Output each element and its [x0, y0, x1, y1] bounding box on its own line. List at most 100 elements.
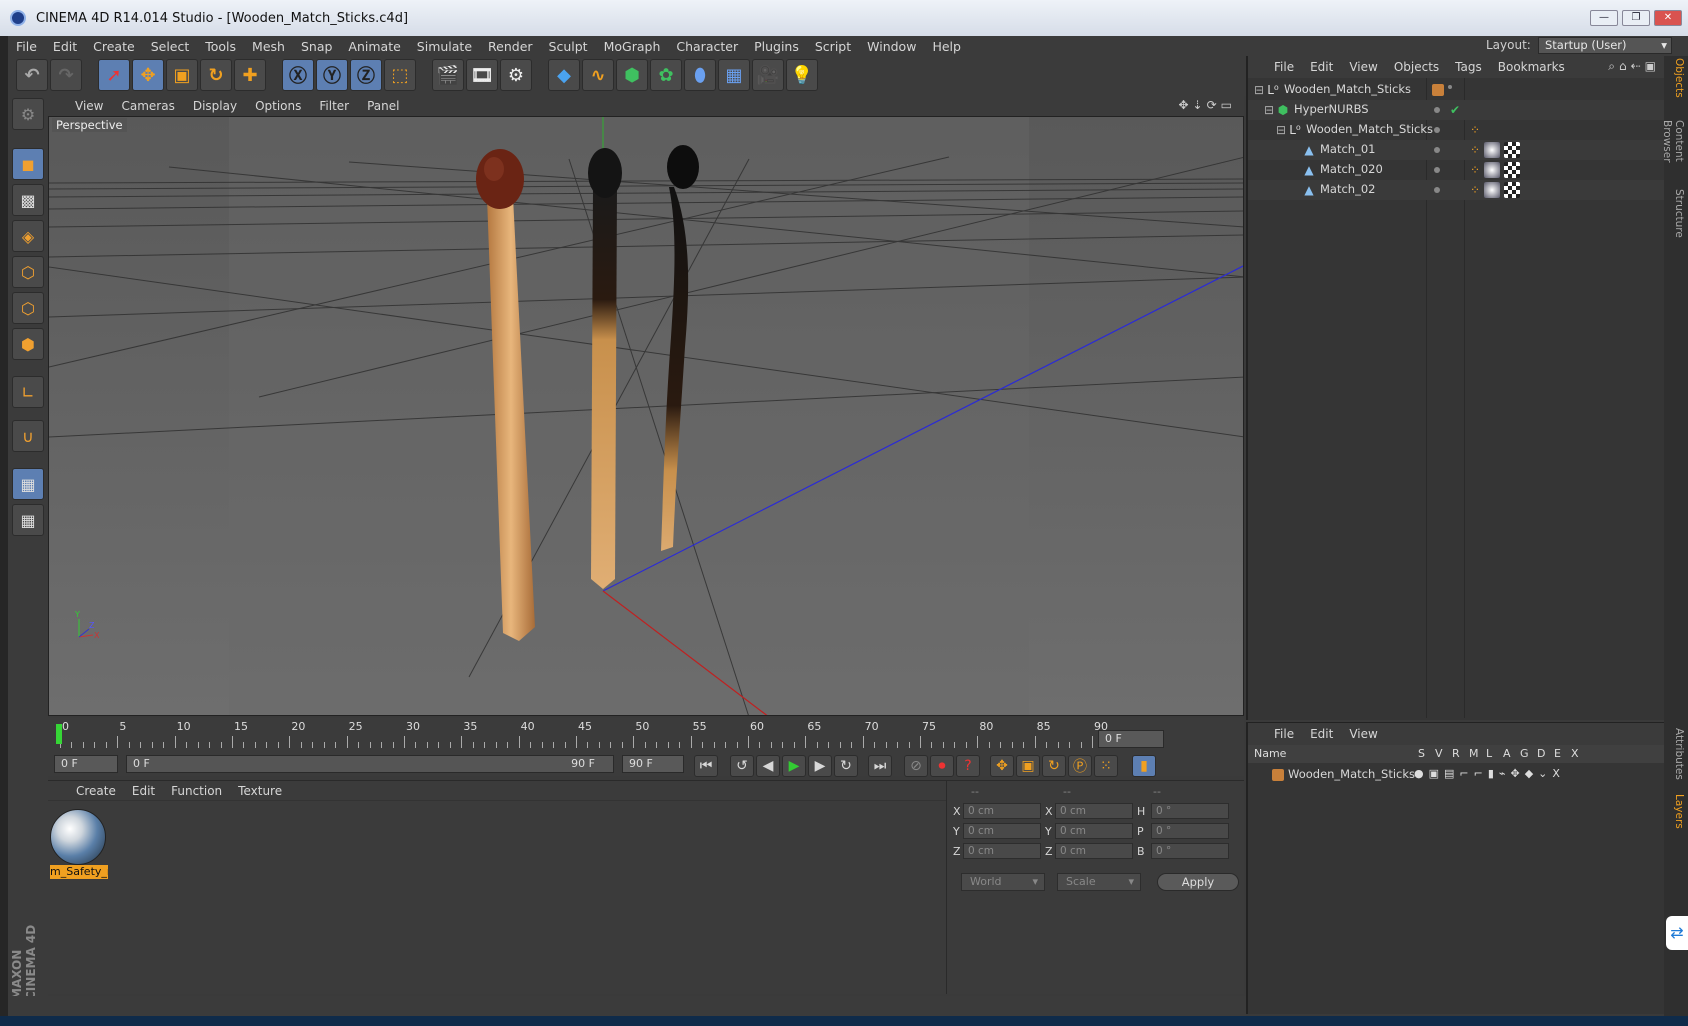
- scale-tool-button[interactable]: ▣: [166, 59, 198, 91]
- visibility-dot[interactable]: [1448, 85, 1452, 89]
- add-camera-button[interactable]: 🎥: [752, 59, 784, 91]
- coord-mode-select[interactable]: World ▾: [961, 873, 1045, 891]
- layout-select[interactable]: Startup (User) ▾: [1538, 37, 1672, 54]
- timeline-playhead[interactable]: [56, 724, 62, 744]
- recent-tool-button[interactable]: ✚: [234, 59, 266, 91]
- layer-toggle-icons[interactable]: ●▣▤⌐⌐▮⌁✥◆⌄Ⅹ: [1414, 767, 1565, 780]
- lm-menu-edit[interactable]: Edit: [1302, 727, 1341, 741]
- menu-simulate[interactable]: Simulate: [409, 39, 480, 54]
- object-row[interactable]: ⊟ ⬢ HyperNURBS ✔: [1248, 100, 1666, 120]
- rot-b-field[interactable]: 0 °: [1151, 843, 1229, 859]
- material-tag-icon[interactable]: [1484, 162, 1500, 178]
- om-menu-file[interactable]: File: [1266, 60, 1302, 74]
- object-row[interactable]: ▲ Match_020 ⁘: [1248, 160, 1666, 180]
- viewport-menu-cameras[interactable]: Cameras: [112, 99, 183, 113]
- z-axis-lock-button[interactable]: Ⓩ: [350, 59, 382, 91]
- om-menu-tags[interactable]: Tags: [1447, 60, 1490, 74]
- viewport-menu-display[interactable]: Display: [184, 99, 246, 113]
- locked-workplane-button[interactable]: ▦: [12, 468, 44, 500]
- phong-tag-icon[interactable]: ⁘: [1468, 183, 1482, 197]
- menu-tools[interactable]: Tools: [197, 39, 244, 54]
- redo-button[interactable]: ↷: [50, 59, 82, 91]
- x-axis-lock-button[interactable]: Ⓧ: [282, 59, 314, 91]
- pos-x-field[interactable]: 0 cm: [963, 803, 1041, 819]
- pos-y-field[interactable]: 0 cm: [963, 823, 1041, 839]
- lm-menu-file[interactable]: File: [1266, 727, 1302, 741]
- material-tag-icon[interactable]: [1484, 142, 1500, 158]
- polygons-mode-button[interactable]: ⬢: [12, 328, 44, 360]
- visibility-dot[interactable]: [1434, 107, 1440, 113]
- om-menu-objects[interactable]: Objects: [1386, 60, 1447, 74]
- y-axis-lock-button[interactable]: Ⓨ: [316, 59, 348, 91]
- snap-button[interactable]: ∪: [12, 420, 44, 452]
- layer-row[interactable]: Wooden_Match_Sticks ●▣▤⌐⌐▮⌁✥◆⌄Ⅹ: [1248, 765, 1666, 785]
- key-parameter-button[interactable]: Ⓟ: [1068, 755, 1092, 777]
- rotate-tool-button[interactable]: ↻: [200, 59, 232, 91]
- visibility-dot[interactable]: [1434, 167, 1440, 173]
- add-cube-button[interactable]: ◆: [548, 59, 580, 91]
- coordinate-system-button[interactable]: ⬚: [384, 59, 416, 91]
- go-to-start-button[interactable]: ⏮: [694, 755, 718, 777]
- add-array-button[interactable]: ✿: [650, 59, 682, 91]
- add-light-button[interactable]: 💡: [786, 59, 818, 91]
- render-view-button[interactable]: 🎬: [432, 59, 464, 91]
- uvw-tag-icon[interactable]: [1504, 142, 1520, 158]
- render-picture-viewer-button[interactable]: 🎞: [466, 59, 498, 91]
- om-menu-edit[interactable]: Edit: [1302, 60, 1341, 74]
- material-tag-icon[interactable]: [1484, 182, 1500, 198]
- object-row[interactable]: ⊟ L⁰ Wooden_Match_Sticks ⁘: [1248, 120, 1666, 140]
- axis-mode-button[interactable]: ∟: [12, 376, 44, 408]
- end-frame-field[interactable]: 90 F: [622, 755, 684, 773]
- size-x-field[interactable]: 0 cm: [1055, 803, 1133, 819]
- add-spline-button[interactable]: ∿: [582, 59, 614, 91]
- start-frame-field[interactable]: 0 F: [54, 755, 118, 773]
- tab-content-browser[interactable]: Content Browser: [1661, 102, 1685, 180]
- next-frame-button[interactable]: ▶: [808, 755, 832, 777]
- visibility-dot[interactable]: [1434, 127, 1440, 133]
- points-mode-button[interactable]: ⬡: [12, 256, 44, 288]
- menu-sculpt[interactable]: Sculpt: [541, 39, 596, 54]
- checkmark-icon[interactable]: ✔: [1448, 103, 1462, 117]
- object-row[interactable]: ▲ Match_01 ⁘: [1248, 140, 1666, 160]
- move-tool-button[interactable]: ✥: [132, 59, 164, 91]
- add-floor-button[interactable]: ▦: [718, 59, 750, 91]
- tab-objects[interactable]: Objects: [1667, 58, 1685, 98]
- viewport-menu-panel[interactable]: Panel: [358, 99, 408, 113]
- collapse-icon[interactable]: ⊟: [1274, 123, 1288, 137]
- phong-tag-icon[interactable]: ⁘: [1468, 143, 1482, 157]
- om-menu-view[interactable]: View: [1341, 60, 1385, 74]
- frame-range-slider[interactable]: 0 F 90 F: [126, 755, 614, 773]
- object-row[interactable]: ⊟ L⁰ Wooden_Match_Sticks: [1248, 80, 1666, 100]
- material-swatch[interactable]: m_Safety_n: [50, 809, 108, 881]
- viewport-nav-icons[interactable]: ✥⇣⟳▭: [1178, 98, 1236, 112]
- key-rotation-button[interactable]: ↻: [1042, 755, 1066, 777]
- texture-mode-button[interactable]: ▩: [12, 184, 44, 216]
- phong-tag-icon[interactable]: ⁘: [1468, 123, 1482, 137]
- workplane-mode-button[interactable]: ◈: [12, 220, 44, 252]
- timeline-layout-button[interactable]: ▮: [1132, 755, 1156, 777]
- menu-character[interactable]: Character: [668, 39, 746, 54]
- rot-p-field[interactable]: 0 °: [1151, 823, 1229, 839]
- current-frame-field[interactable]: 0 F: [1098, 730, 1164, 748]
- tab-layers[interactable]: Layers: [1667, 790, 1685, 832]
- undo-button[interactable]: ↶: [16, 59, 48, 91]
- prev-frame-button[interactable]: ◀: [756, 755, 780, 777]
- visibility-dot[interactable]: [1434, 147, 1440, 153]
- phong-tag-icon[interactable]: ⁘: [1468, 163, 1482, 177]
- collapse-icon[interactable]: ⊟: [1252, 83, 1266, 97]
- record-keys-button[interactable]: ⊘: [904, 755, 928, 777]
- planar-workplane-button[interactable]: ▦: [12, 504, 44, 536]
- apply-button[interactable]: Apply: [1157, 873, 1239, 891]
- menu-snap[interactable]: Snap: [293, 39, 340, 54]
- collapse-icon[interactable]: ⊟: [1262, 103, 1276, 117]
- material-menu-function[interactable]: Function: [163, 784, 230, 798]
- om-menu-bookmarks[interactable]: Bookmarks: [1490, 60, 1573, 74]
- teamviewer-icon[interactable]: ⇄: [1666, 916, 1688, 950]
- viewport-menu-view[interactable]: View: [66, 99, 112, 113]
- menu-help[interactable]: Help: [924, 39, 969, 54]
- model-mode-button[interactable]: ◼: [12, 148, 44, 180]
- key-pla-button[interactable]: ⁙: [1094, 755, 1118, 777]
- tab-attributes[interactable]: Attributes: [1667, 724, 1685, 784]
- menu-create[interactable]: Create: [85, 39, 143, 54]
- perspective-viewport[interactable]: Perspective Y X Z: [48, 116, 1244, 716]
